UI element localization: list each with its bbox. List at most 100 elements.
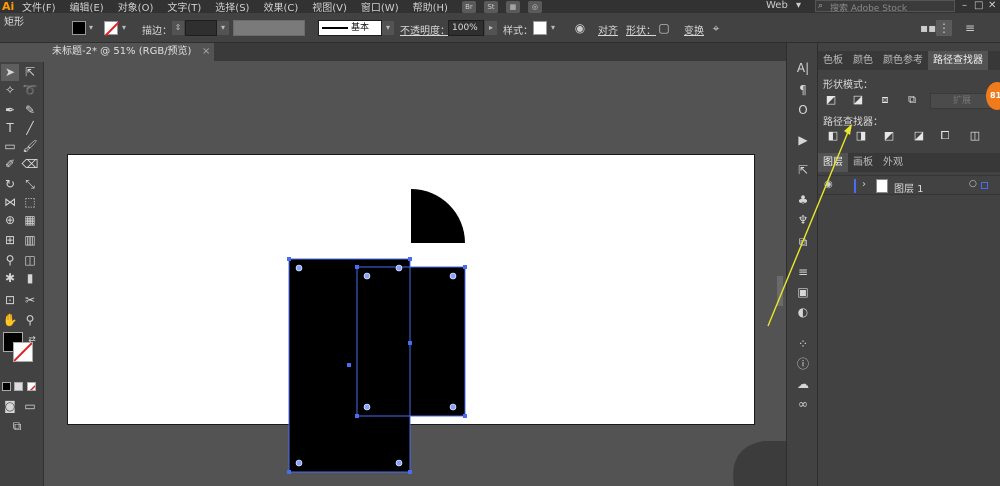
menu-file[interactable]: 文件(F) bbox=[22, 0, 56, 14]
menu-view[interactable]: 视图(V) bbox=[312, 0, 347, 14]
shape-label[interactable]: 形状： bbox=[626, 22, 656, 37]
menu-effect[interactable]: 效果(C) bbox=[263, 0, 298, 14]
canvas[interactable] bbox=[44, 61, 786, 486]
links-panel-icon[interactable]: ⇱ bbox=[793, 161, 813, 179]
brush-definition-dropdown[interactable]: 基本 bbox=[318, 20, 382, 36]
close-icon[interactable]: × bbox=[202, 43, 210, 61]
intersect-icon[interactable]: ⧈ bbox=[878, 93, 892, 107]
symbols-panel-icon[interactable]: ♣ bbox=[793, 191, 813, 209]
gradient-panel-icon[interactable]: ▣ bbox=[793, 283, 813, 301]
stroke-weight-input[interactable] bbox=[185, 20, 217, 36]
gradient-tool-icon[interactable]: ▥ bbox=[21, 232, 39, 249]
line-tool-icon[interactable]: ╱ bbox=[21, 120, 39, 137]
vertical-scrollbar-thumb[interactable] bbox=[777, 276, 783, 306]
mesh-tool-icon[interactable]: ⊞ bbox=[1, 232, 19, 249]
divide-icon[interactable]: ◧ bbox=[826, 129, 840, 143]
layer-name[interactable]: 图层 1 bbox=[894, 180, 924, 195]
direct-selection-tool-icon[interactable]: ⇱ bbox=[21, 64, 39, 81]
opacity-label[interactable]: 不透明度： bbox=[400, 22, 450, 37]
arrange-documents-button[interactable]: ▦ bbox=[505, 0, 520, 13]
exclude-icon[interactable]: ⧉ bbox=[905, 93, 919, 107]
screen-mode-icon[interactable]: ▭ bbox=[21, 398, 39, 415]
menu-object[interactable]: 对象(O) bbox=[118, 0, 154, 14]
transform-options-icon[interactable]: ⌖ bbox=[708, 20, 724, 36]
expand-layer-chevron-icon[interactable]: › bbox=[862, 179, 866, 190]
paintbrush-tool-icon[interactable]: 🖌 bbox=[21, 138, 39, 155]
transparency-panel-icon[interactable]: ◐ bbox=[793, 303, 813, 321]
menu-window[interactable]: 窗口(W) bbox=[361, 0, 399, 14]
menu-help[interactable]: 帮助(H) bbox=[413, 0, 448, 14]
recolor-artwork-icon[interactable]: ◉ bbox=[572, 20, 588, 36]
edit-toolbar-icon[interactable]: ⧉ bbox=[8, 418, 26, 435]
column-graph-tool-icon[interactable]: ▮ bbox=[21, 270, 39, 287]
actions-panel-icon[interactable]: ▶ bbox=[793, 131, 813, 149]
paragraph-panel-icon[interactable]: ¶ bbox=[793, 81, 813, 99]
tab-pathfinder[interactable]: 路径查找器 bbox=[928, 51, 988, 70]
workspace-dropdown-icon[interactable]: ▾ bbox=[796, 0, 801, 11]
align-label[interactable]: 对齐 bbox=[598, 22, 618, 37]
free-transform-tool-icon[interactable]: ⬚ bbox=[21, 194, 39, 211]
merge-icon[interactable]: ◩ bbox=[882, 129, 896, 143]
asset-export-icon[interactable]: ⧉ bbox=[793, 233, 813, 251]
arrange-icon[interactable]: ▪▪ bbox=[920, 20, 936, 36]
drawing-modes-icon[interactable]: ◙ bbox=[1, 398, 19, 415]
pen-tool-icon[interactable]: ✒ bbox=[1, 102, 19, 119]
blend-tool-icon[interactable]: ◫ bbox=[21, 252, 39, 269]
variable-width-profile[interactable] bbox=[233, 20, 305, 36]
opentype-panel-icon[interactable]: O bbox=[793, 101, 813, 119]
tab-appearance[interactable]: 外观 bbox=[878, 153, 908, 172]
stock-button[interactable]: St bbox=[483, 0, 498, 13]
character-panel-icon[interactable]: A| bbox=[793, 59, 813, 77]
bridge-button[interactable]: Br bbox=[461, 0, 476, 13]
tab-color-guide[interactable]: 颜色参考 bbox=[878, 51, 928, 70]
brushes-panel-icon[interactable]: ♆ bbox=[793, 211, 813, 229]
stroke-swatch[interactable] bbox=[104, 21, 120, 37]
workspace-switcher[interactable]: Web bbox=[766, 0, 788, 11]
curvature-tool-icon[interactable]: ✎ bbox=[21, 102, 39, 119]
menu-edit[interactable]: 编辑(E) bbox=[70, 0, 104, 14]
menu-type[interactable]: 文字(T) bbox=[167, 0, 201, 14]
info-panel-icon[interactable]: ⓘ bbox=[793, 355, 813, 373]
expand-button[interactable]: 扩展 bbox=[930, 93, 994, 109]
fill-dropdown-icon[interactable]: ▾ bbox=[86, 21, 96, 35]
trim-icon[interactable]: ◨ bbox=[854, 129, 868, 143]
stroke-dropdown-icon[interactable]: ▾ bbox=[119, 21, 129, 35]
scale-tool-icon[interactable]: ⤡ bbox=[21, 176, 39, 193]
opacity-dropdown-icon[interactable]: ▸ bbox=[485, 21, 497, 35]
rotate-tool-icon[interactable]: ↻ bbox=[1, 176, 19, 193]
tab-layers[interactable]: 图层 bbox=[818, 153, 848, 172]
cc-libraries-icon[interactable]: ☁ bbox=[793, 375, 813, 393]
perspective-grid-tool-icon[interactable]: ▦ bbox=[21, 212, 39, 229]
minus-front-icon[interactable]: ◪ bbox=[851, 93, 865, 107]
graphic-style-swatch[interactable] bbox=[533, 21, 547, 35]
brush-dropdown-icon[interactable]: ▾ bbox=[382, 21, 394, 35]
slice-tool-icon[interactable]: ✂ bbox=[21, 292, 39, 309]
tab-swatches[interactable]: 色板 bbox=[818, 51, 848, 70]
shape-builder-tool-icon[interactable]: ⊕ bbox=[1, 212, 19, 229]
unite-icon[interactable]: ◩ bbox=[824, 93, 838, 107]
symbol-sprayer-tool-icon[interactable]: ✱ bbox=[1, 270, 19, 287]
links-chain-icon[interactable]: ∞ bbox=[793, 395, 813, 413]
hand-tool-icon[interactable]: ✋ bbox=[1, 312, 19, 329]
minimize-button[interactable]: – bbox=[962, 0, 967, 11]
magic-wand-tool-icon[interactable]: ✧ bbox=[1, 82, 19, 99]
tab-color[interactable]: 颜色 bbox=[848, 51, 878, 70]
quarter-circle-shape[interactable] bbox=[411, 189, 465, 243]
layer-row[interactable]: ◉ › 图层 1 ○ bbox=[818, 175, 1000, 195]
target-icon[interactable]: ○ bbox=[969, 179, 977, 189]
eraser-tool-icon[interactable]: ⌫ bbox=[21, 156, 39, 173]
close-window-button[interactable]: ✕ bbox=[988, 0, 996, 11]
visibility-eye-icon[interactable]: ◉ bbox=[824, 179, 833, 190]
width-tool-icon[interactable]: ⋈ bbox=[1, 194, 19, 211]
panel-menu-icon[interactable]: ⋮ bbox=[936, 20, 952, 36]
fill-swatch[interactable] bbox=[72, 21, 86, 35]
outline-icon[interactable]: ⧠ bbox=[938, 129, 952, 143]
control-panel-menu-icon[interactable]: ≡ bbox=[962, 20, 978, 36]
color-mode-color[interactable] bbox=[2, 382, 11, 391]
minus-back-icon[interactable]: ◫ bbox=[968, 129, 982, 143]
eyedropper-tool-icon[interactable]: ⚲ bbox=[1, 252, 19, 269]
selection-tool-icon[interactable]: ➤ bbox=[1, 64, 19, 81]
stroke-weight-stepper[interactable]: ⇕ bbox=[172, 21, 184, 35]
shape-properties-icon[interactable]: ▢ bbox=[656, 20, 672, 36]
crop-icon[interactable]: ◪ bbox=[912, 129, 926, 143]
